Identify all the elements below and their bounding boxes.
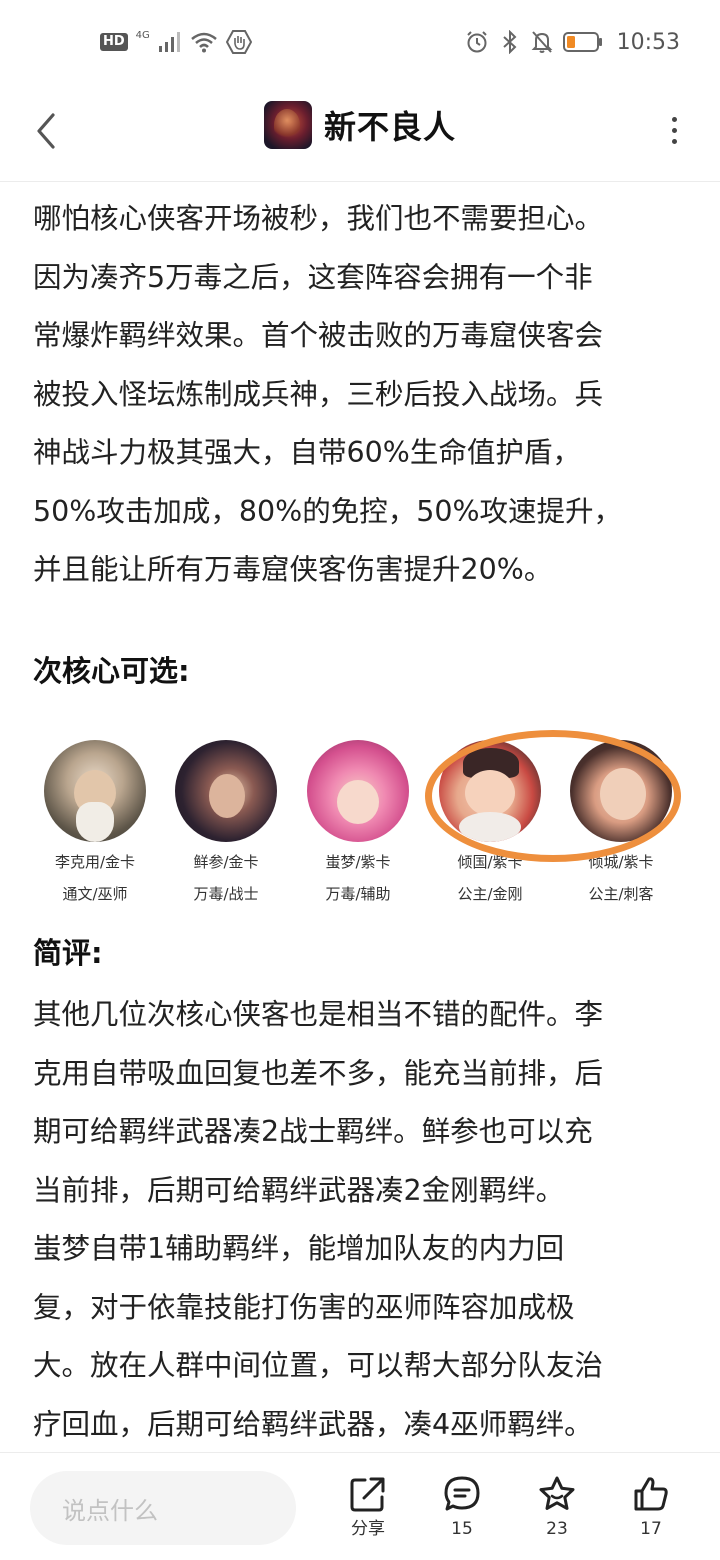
- text-line: 大。放在人群中间位置，可以帮大部分队友治: [33, 1349, 604, 1382]
- comment-placeholder: 说点什么: [62, 1496, 158, 1525]
- comment-count: 15: [451, 1519, 473, 1539]
- hero-faction-class: 公主/金刚: [457, 885, 523, 903]
- hero-faction-class: 公主/刺客: [588, 885, 654, 903]
- star-icon: [539, 1476, 575, 1510]
- bluetooth-icon: [499, 30, 521, 54]
- hero-card[interactable]: 鲜参/金卡 万毒/战士: [171, 740, 281, 904]
- text-line: 常爆炸羁绊效果。首个被击败的万毒窟侠客会: [33, 319, 604, 352]
- hero-name-rarity: 蚩梦/紫卡: [325, 853, 391, 871]
- favorite-button[interactable]: 23: [522, 1475, 592, 1539]
- hero-faction-class: 通文/巫师: [62, 885, 128, 903]
- comment-button[interactable]: 15: [427, 1475, 497, 1539]
- wifi-icon: [190, 31, 218, 53]
- hero-name-rarity: 鲜参/金卡: [193, 853, 259, 871]
- text-line: 疗回血，后期可给羁绊武器，凑4巫师羁绊。: [33, 1407, 593, 1441]
- signal-icon: [158, 31, 182, 53]
- text-line: 当前排，后期可给羁绊武器凑2金刚羁绊。: [33, 1173, 565, 1207]
- article-paragraph-1: 哪怕核心侠客开场被秒，我们也不需要担心。 因为凑齐5万毒之后，这套阵容会拥有一个…: [33, 190, 683, 600]
- hand-icon: [225, 30, 252, 54]
- text-line: 哪怕核心侠客开场被秒，我们也不需要担心。: [33, 202, 604, 235]
- clock: 10:53: [616, 29, 680, 55]
- text-line: 被投入怪坛炼制成兵神，三秒后投入战场。兵: [33, 377, 604, 411]
- alarm-icon: [465, 30, 489, 54]
- more-dot-icon: [671, 138, 677, 144]
- network-type: 4G: [135, 30, 150, 41]
- hero-list: 李克用/金卡 通文/巫师 鲜参/金卡 万毒/战士 蚩梦/紫卡 万毒/辅助 倾国/…: [40, 740, 690, 920]
- hd-badge: HD: [100, 33, 128, 51]
- more-dot-icon: [671, 127, 677, 133]
- hero-avatar-xian-shen: [175, 740, 277, 842]
- favorite-count: 23: [546, 1519, 568, 1539]
- hero-avatar-li-keyong: [44, 740, 146, 842]
- text-line: 复，对于依靠技能打伤害的巫师阵容加成极: [33, 1290, 575, 1324]
- text-line: 50%攻击加成，80%的免控，50%攻速提升，: [33, 494, 623, 528]
- text-line: 克用自带吸血回复也差不多，能充当前排，后: [33, 1056, 604, 1090]
- status-bar: HD 4G 10:53: [0, 0, 720, 84]
- like-button[interactable]: 17: [616, 1475, 686, 1539]
- hero-avatar-qing-guo: [439, 740, 541, 842]
- section-title-secondary-core: 次核心可选:: [33, 654, 190, 688]
- hero-card[interactable]: 李克用/金卡 通文/巫师: [40, 740, 150, 904]
- app-header: 新不良人: [0, 84, 720, 182]
- article-paragraph-2: 其他几位次核心侠客也是相当不错的配件。李 克用自带吸血回复也差不多，能充当前排，…: [33, 986, 683, 1454]
- share-icon: [350, 1477, 385, 1512]
- hero-avatar-chi-meng: [307, 740, 409, 842]
- text-line: 并且能让所有万毒窟侠客伤害提升20%。: [33, 553, 553, 586]
- comment-input[interactable]: 说点什么: [30, 1471, 296, 1545]
- page-title: 新不良人: [323, 108, 456, 146]
- text-line: 神战斗力极其强大，自带60%生命值护盾，: [33, 436, 581, 469]
- hero-card[interactable]: 蚩梦/紫卡 万毒/辅助: [303, 740, 413, 904]
- hero-card[interactable]: 倾城/紫卡 公主/刺客: [566, 740, 676, 904]
- hero-faction-class: 万毒/辅助: [325, 885, 391, 903]
- hero-name-rarity: 李克用/金卡: [54, 853, 136, 871]
- battery-icon: [562, 31, 603, 53]
- share-button[interactable]: 分享: [333, 1475, 403, 1539]
- text-line: 蚩梦自带1辅助羁绊，能增加队友的内力回: [33, 1232, 565, 1265]
- hero-name-rarity: 倾城/紫卡: [588, 853, 654, 871]
- hero-faction-class: 万毒/战士: [193, 885, 259, 903]
- comment-bubble-icon: [444, 1476, 480, 1511]
- header-title-group[interactable]: 新不良人: [0, 100, 720, 150]
- section-title-review: 简评:: [33, 936, 103, 970]
- hero-name-rarity: 倾国/紫卡: [457, 853, 523, 871]
- thumbs-up-icon: [634, 1477, 668, 1511]
- like-count: 17: [640, 1519, 662, 1539]
- share-label: 分享: [351, 1519, 385, 1539]
- text-line: 期可给羁绊武器凑2战士羁绊。鲜参也可以充: [33, 1115, 593, 1148]
- more-dot-icon: [671, 116, 677, 122]
- hero-avatar-qing-cheng: [570, 740, 672, 842]
- text-line: 其他几位次核心侠客也是相当不错的配件。李: [33, 998, 604, 1031]
- bottom-action-bar: 说点什么 分享 15 23 17: [0, 1452, 720, 1560]
- more-options-button[interactable]: [664, 110, 684, 150]
- game-logo: [263, 101, 312, 149]
- article-body: 哪怕核心侠客开场被秒，我们也不需要担心。 因为凑齐5万毒之后，这套阵容会拥有一个…: [33, 190, 683, 1441]
- mute-bell-icon: [531, 30, 553, 54]
- hero-card[interactable]: 倾国/紫卡 公主/金刚: [435, 740, 545, 904]
- text-line: 因为凑齐5万毒之后，这套阵容会拥有一个非: [33, 260, 593, 294]
